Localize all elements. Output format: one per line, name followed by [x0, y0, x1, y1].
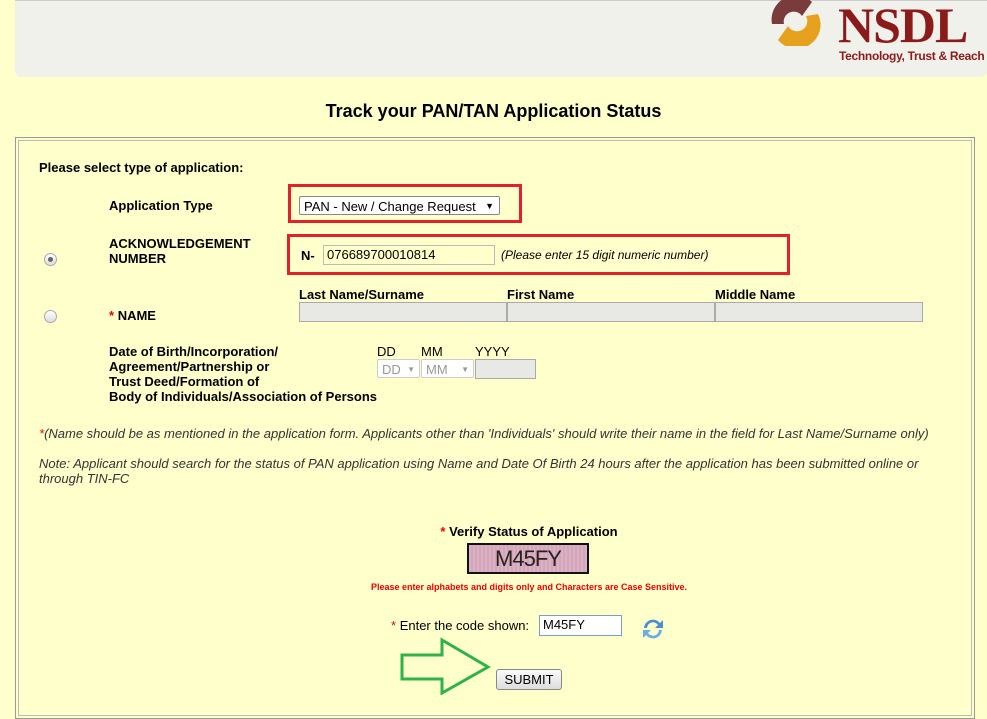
- dd-label: DD: [377, 344, 396, 359]
- yyyy-input[interactable]: [475, 359, 536, 379]
- application-type-select[interactable]: PAN - New / Change Request ▼: [299, 196, 500, 215]
- arrow-icon: [400, 637, 492, 695]
- ack-label: ACKNOWLEDGEMENT NUMBER: [109, 236, 251, 266]
- name-note: *(Name should be as mentioned in the app…: [39, 426, 929, 441]
- mm-label: MM: [421, 344, 443, 359]
- select-type-label: Please select type of application:: [39, 160, 244, 175]
- mm-select[interactable]: MM ▼: [421, 359, 474, 378]
- yyyy-label: YYYY: [475, 344, 510, 359]
- dob-label: Date of Birth/Incorporation/Agreement/Pa…: [109, 344, 377, 404]
- dropdown-arrow-icon: ▼: [485, 201, 494, 211]
- brand-logo: NSDL: [838, 0, 968, 53]
- brand-tagline: Technology, Trust & Reach: [839, 49, 985, 63]
- submit-button[interactable]: SUBMIT: [496, 669, 562, 690]
- ack-prefix: N-: [301, 248, 315, 263]
- captcha-image: M45FY: [467, 543, 589, 574]
- application-type-label: Application Type: [109, 198, 213, 213]
- ack-number-input[interactable]: 076689700010814: [323, 245, 495, 265]
- dd-select[interactable]: DD ▼: [377, 359, 420, 378]
- selected-value: PAN - New / Change Request: [304, 199, 476, 214]
- code-label: * Enter the code shown:: [391, 618, 530, 633]
- middle-name-input[interactable]: [715, 302, 923, 322]
- captcha-hint: Please enter alphabets and digits only a…: [370, 582, 688, 592]
- last-name-input[interactable]: [299, 302, 507, 322]
- ack-hint: (Please enter 15 digit numeric number): [501, 248, 709, 262]
- first-name-label: First Name: [507, 287, 575, 302]
- captcha-code-input[interactable]: M45FY: [539, 615, 622, 636]
- nsdl-logo-icon: [771, 0, 821, 46]
- status-note: Note: Applicant should search for the st…: [39, 456, 919, 486]
- page-title: Track your PAN/TAN Application Status: [325, 101, 662, 121]
- name-label: * NAME: [109, 308, 156, 323]
- ack-number-radio[interactable]: [44, 253, 57, 266]
- name-radio[interactable]: [44, 310, 57, 323]
- refresh-captcha-icon[interactable]: [640, 616, 666, 642]
- last-name-label: Last Name/Surname: [299, 287, 424, 302]
- verify-label: * Verify Status of Application: [440, 524, 618, 539]
- first-name-input[interactable]: [507, 302, 715, 322]
- middle-name-label: Middle Name: [715, 287, 796, 302]
